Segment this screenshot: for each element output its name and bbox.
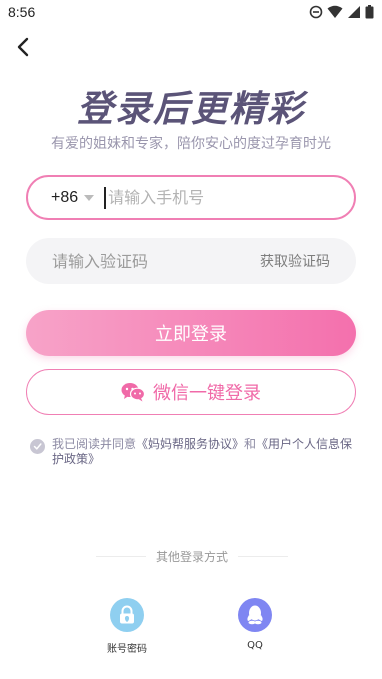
other-login-title: 其他登录方式 (156, 549, 229, 564)
do-not-disturb-icon (309, 5, 323, 19)
country-code-value: +86 (51, 188, 79, 206)
agreement-checkbox[interactable] (30, 439, 45, 454)
agreement-prefix: 我已阅读并同意 (52, 437, 137, 451)
divider-line-left (96, 555, 146, 557)
account-password-label: 账号密码 (107, 644, 147, 655)
agreement-text: 我已阅读并同意《妈妈帮服务协议》和《用户个人信息保护政策》 (52, 437, 360, 467)
status-time: 8:56 (8, 4, 36, 20)
wifi-icon (327, 5, 343, 18)
phone-input[interactable] (104, 186, 354, 209)
chevron-left-icon (17, 37, 29, 57)
qq-icon (238, 598, 272, 632)
lock-icon (110, 598, 144, 632)
page-subtitle: 有爱的姐妹和专家，陪你安心的度过孕育时光 (51, 136, 331, 152)
page-title: 登录后更精彩 (76, 89, 305, 130)
wechat-login-label: 微信一键登录 (153, 383, 261, 404)
divider-line-right (238, 555, 289, 557)
wechat-login-button[interactable]: 微信一键登录 (26, 369, 356, 415)
qq-label: QQ (247, 640, 263, 651)
other-login-divider: 其他登录方式 (96, 548, 289, 564)
verification-code-field: 获取验证码 (26, 238, 356, 284)
wechat-icon (121, 382, 145, 402)
country-code-select[interactable]: +86 (51, 188, 95, 207)
agreement: 我已阅读并同意《妈妈帮服务协议》和《用户个人信息保护政策》 (30, 437, 360, 467)
account-password-login-button[interactable]: 账号密码 (97, 598, 157, 655)
status-icons (309, 5, 374, 19)
agreement-and: 和 (244, 437, 257, 451)
caret-down-icon (84, 194, 95, 201)
signal-icon (348, 6, 360, 18)
battery-icon (365, 5, 374, 19)
back-button[interactable] (10, 34, 36, 60)
check-icon (33, 443, 42, 450)
service-agreement-link[interactable]: 《妈妈帮服务协议》 (136, 437, 244, 451)
login-button[interactable]: 立即登录 (26, 310, 356, 356)
login-button-label: 立即登录 (155, 324, 227, 345)
status-bar: 8:56 (0, 0, 382, 26)
get-code-button[interactable]: 获取验证码 (260, 251, 330, 271)
phone-field: +86 (26, 175, 356, 220)
qq-login-button[interactable]: QQ (225, 598, 285, 651)
verification-code-input[interactable] (52, 251, 260, 271)
